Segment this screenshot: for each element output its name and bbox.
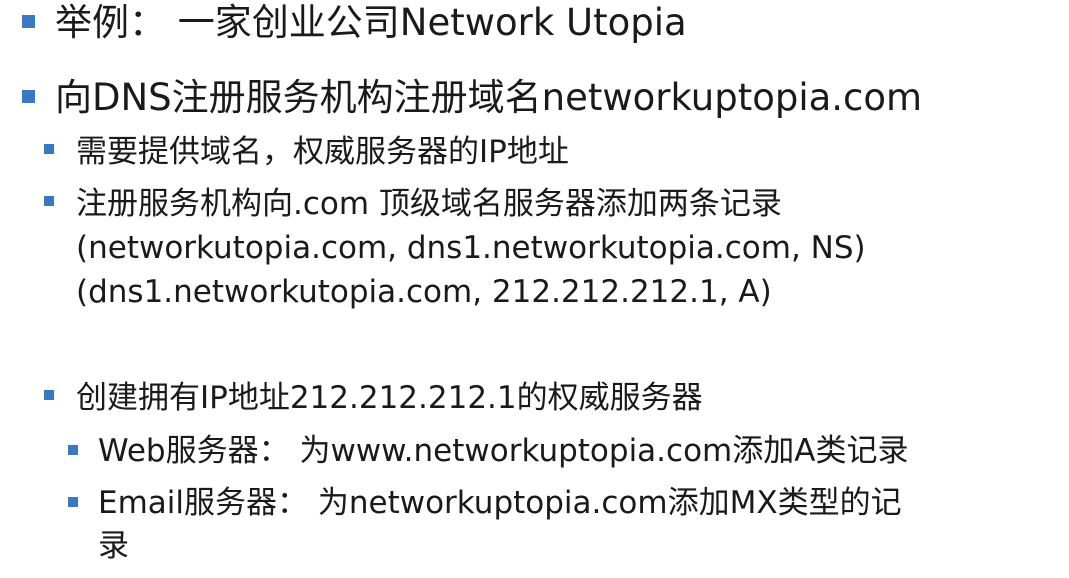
email-server-continuation: 录 (98, 528, 129, 564)
record-a: (dns1.networkutopia.com, 212.212.212.1, … (76, 274, 772, 310)
square-bullet-icon (68, 497, 78, 507)
bullet-item-example: 举例： 一家创业公司Network Utopia (22, 1, 687, 45)
bullet-text: 需要提供域名，权威服务器的IP地址 (76, 134, 569, 170)
bullet-text: 向DNS注册服务机构注册域名networkuptopia.com (55, 76, 923, 119)
bullet-item-web-server: Web服务器： 为www.networkuptopia.com添加A类记录 (68, 430, 908, 472)
square-bullet-icon (22, 15, 35, 28)
bullet-item-create-auth-server: 创建拥有IP地址212.212.212.1的权威服务器 (44, 379, 703, 417)
bullet-item-add-records: 注册服务机构向.com 顶级域名服务器添加两条记录 (44, 185, 782, 223)
bullet-text: 注册服务机构向.com 顶级域名服务器添加两条记录 (76, 186, 782, 222)
bullet-item-register-domain: 向DNS注册服务机构注册域名networkuptopia.com (22, 76, 922, 120)
bullet-text: 举例： 一家创业公司Network Utopia (55, 1, 687, 44)
bullet-item-provide-domain: 需要提供域名，权威服务器的IP地址 (44, 133, 569, 171)
square-bullet-icon (44, 196, 54, 206)
bullet-text: 创建拥有IP地址212.212.212.1的权威服务器 (76, 380, 703, 416)
bullet-item-email-server: Email服务器： 为networkuptopia.com添加MX类型的记 (68, 482, 902, 524)
square-bullet-icon (44, 390, 54, 400)
record-ns: (networkutopia.com, dns1.networkutopia.c… (76, 230, 866, 266)
bullet-text: Email服务器： 为networkuptopia.com添加MX类型的记 (98, 485, 902, 521)
square-bullet-icon (44, 144, 54, 154)
slide: 举例： 一家创业公司Network Utopia 向DNS注册服务机构注册域名n… (0, 0, 1069, 578)
bullet-text: Web服务器： 为www.networkuptopia.com添加A类记录 (98, 433, 909, 469)
square-bullet-icon (68, 445, 78, 455)
square-bullet-icon (22, 90, 35, 103)
